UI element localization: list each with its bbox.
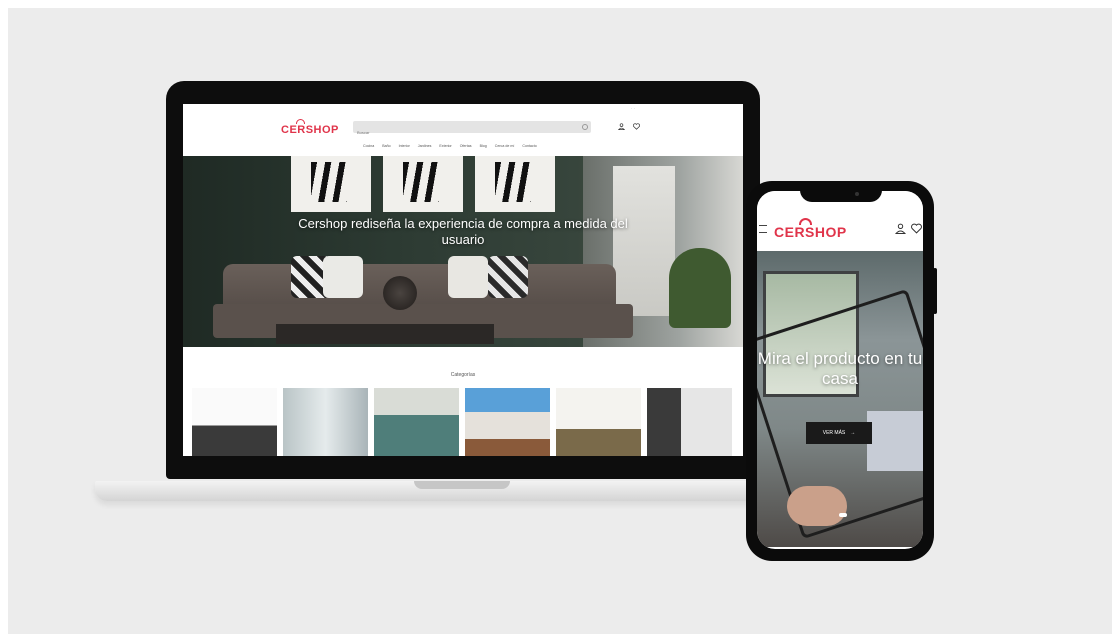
top-mini-links[interactable]: · · — [631, 106, 635, 111]
hero-pillow — [448, 256, 488, 298]
hero-artwork — [291, 156, 371, 212]
nav-item-interior[interactable]: Interior — [399, 144, 410, 148]
camera-icon — [855, 192, 859, 196]
phone-notch — [800, 186, 882, 202]
mobile-logo[interactable]: CERSHOP — [774, 218, 847, 240]
hero-pillow — [488, 256, 528, 298]
hero-title: Cershop rediseña la experiencia de compr… — [298, 216, 628, 247]
search-bar[interactable] — [353, 121, 591, 139]
site-logo-text: CERSHOP — [281, 124, 339, 136]
category-card[interactable] — [556, 388, 641, 456]
mobile-logo-text: CERSHOP — [774, 224, 847, 240]
laptop-screen: · · CERSHOP Cocina Baño Interior Jardine… — [183, 104, 743, 456]
nav-item-exterior[interactable]: Exterior — [439, 144, 451, 148]
hero-chair — [669, 248, 731, 328]
ver-mas-button[interactable]: VER MÁS → — [806, 422, 872, 444]
site-logo[interactable]: CERSHOP — [281, 119, 339, 136]
search-icon[interactable] — [582, 124, 588, 130]
logo-arc-icon — [296, 119, 305, 124]
phone-side-button — [933, 268, 937, 314]
nav-item-cerca[interactable]: Cerca de mí — [495, 144, 515, 148]
hero-artwork — [383, 156, 463, 212]
heart-icon[interactable] — [911, 223, 922, 234]
nav-item-cocina[interactable]: Cocina — [363, 144, 374, 148]
category-card[interactable] — [192, 388, 277, 456]
phone-screen: CERSHOP Mira el producto en tu casa VER … — [757, 191, 923, 549]
category-card[interactable] — [283, 388, 368, 456]
nav-item-bano[interactable]: Baño — [382, 144, 390, 148]
ver-mas-label: VER MÁS — [822, 430, 846, 436]
search-input[interactable] — [353, 126, 561, 139]
hero-pillow — [323, 256, 363, 298]
mobile-hero-hand — [787, 486, 847, 526]
categories-grid — [192, 388, 732, 456]
category-card[interactable] — [647, 388, 732, 456]
categories-title: Categorías — [450, 372, 476, 378]
hero-coffee-table — [276, 324, 494, 344]
user-icon[interactable] — [895, 223, 906, 234]
hero-artwork — [475, 156, 555, 212]
heart-icon[interactable] — [633, 123, 640, 130]
arrow-right-icon: → — [850, 430, 856, 436]
main-nav: Cocina Baño Interior Jardines Exterior O… — [363, 144, 537, 148]
site-header: · · CERSHOP Cocina Baño Interior Jardine… — [183, 104, 743, 156]
carousel-indicator[interactable] — [839, 513, 847, 517]
menu-icon[interactable] — [759, 225, 767, 233]
mobile-hero-title: Mira el producto en tu casa — [757, 349, 923, 388]
hero-banner: Cershop rediseña la experiencia de compr… — [183, 156, 743, 347]
laptop-hinge-notch — [414, 481, 510, 489]
nav-item-contacto[interactable]: Contacto — [522, 144, 536, 148]
logo-arc-icon — [799, 218, 812, 225]
nav-item-jardines[interactable]: Jardines — [418, 144, 432, 148]
hero-sculpture — [383, 276, 417, 310]
user-icon[interactable] — [618, 123, 625, 130]
mobile-hero: Mira el producto en tu casa VER MÁS → — [757, 251, 923, 547]
category-card[interactable] — [465, 388, 550, 456]
nav-item-blog[interactable]: Blog — [480, 144, 487, 148]
nav-item-ofertas[interactable]: Ofertas — [460, 144, 472, 148]
category-card[interactable] — [374, 388, 459, 456]
